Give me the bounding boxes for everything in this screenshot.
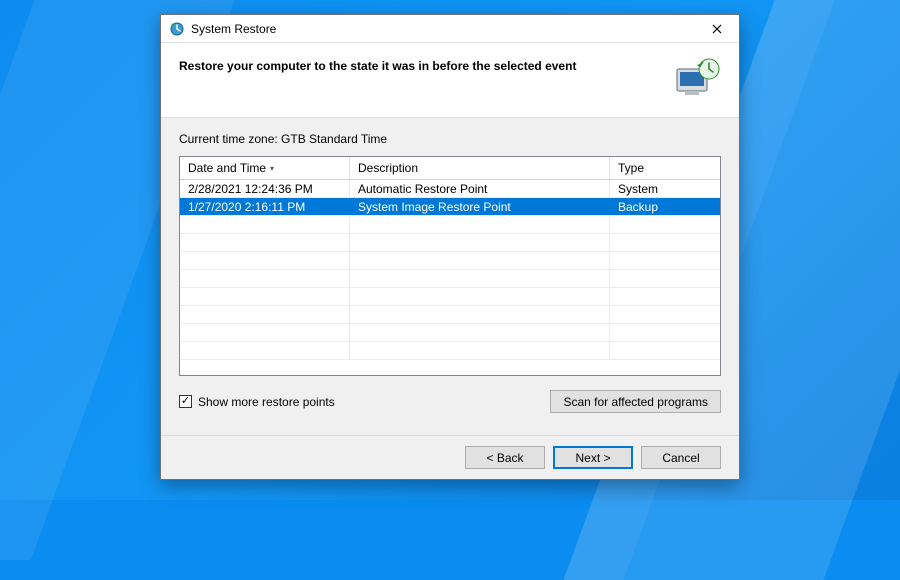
wizard-header: Restore your computer to the state it wa… [161,43,739,118]
table-row: ... [180,252,720,270]
wizard-body: Current time zone: GTB Standard Time Dat… [161,118,739,435]
table-row: ... [180,306,720,324]
titlebar: System Restore [161,15,739,43]
checkmark-icon [179,395,192,408]
column-type[interactable]: Type [610,157,720,179]
cancel-button[interactable]: Cancel [641,446,721,469]
next-button[interactable]: Next > [553,446,633,469]
back-button[interactable]: < Back [465,446,545,469]
restore-hero-icon [673,57,721,99]
table-row: ... [180,216,720,234]
table-row: ... [180,234,720,252]
table-row: ... [180,342,720,360]
column-label: Date and Time [188,161,266,175]
grid-body: 2/28/2021 12:24:36 PM Automatic Restore … [180,180,720,360]
cell-description: Automatic Restore Point [350,180,610,197]
timezone-label: Current time zone: GTB Standard Time [179,132,721,146]
close-button[interactable] [703,19,731,39]
column-label: Description [358,161,418,175]
system-restore-icon [169,21,185,37]
scan-affected-button[interactable]: Scan for affected programs [550,390,721,413]
restore-points-grid[interactable]: Date and Time ▾ Description Type 2/28/20… [179,156,721,376]
column-date-time[interactable]: Date and Time ▾ [180,157,350,179]
sort-descending-icon: ▾ [270,164,274,173]
table-row[interactable]: 2/28/2021 12:24:36 PM Automatic Restore … [180,180,720,198]
cell-type: System [610,180,720,197]
cell-date-time: 1/27/2020 2:16:11 PM [180,198,350,215]
cell-date-time: 2/28/2021 12:24:36 PM [180,180,350,197]
table-row: ... [180,270,720,288]
table-row: ... [180,324,720,342]
column-description[interactable]: Description [350,157,610,179]
window-title: System Restore [191,22,703,36]
system-restore-dialog: System Restore Restore your computer to … [160,14,740,480]
page-heading: Restore your computer to the state it wa… [179,57,663,73]
close-icon [712,24,722,34]
cell-description: System Image Restore Point [350,198,610,215]
wizard-footer: < Back Next > Cancel [161,435,739,479]
checkbox-label: Show more restore points [198,395,335,409]
show-more-checkbox[interactable]: Show more restore points [179,395,335,409]
table-row[interactable]: 1/27/2020 2:16:11 PM System Image Restor… [180,198,720,216]
table-row: ... [180,288,720,306]
grid-header: Date and Time ▾ Description Type [180,157,720,180]
cell-type: Backup [610,198,720,215]
below-grid-row: Show more restore points Scan for affect… [179,390,721,413]
column-label: Type [618,161,644,175]
